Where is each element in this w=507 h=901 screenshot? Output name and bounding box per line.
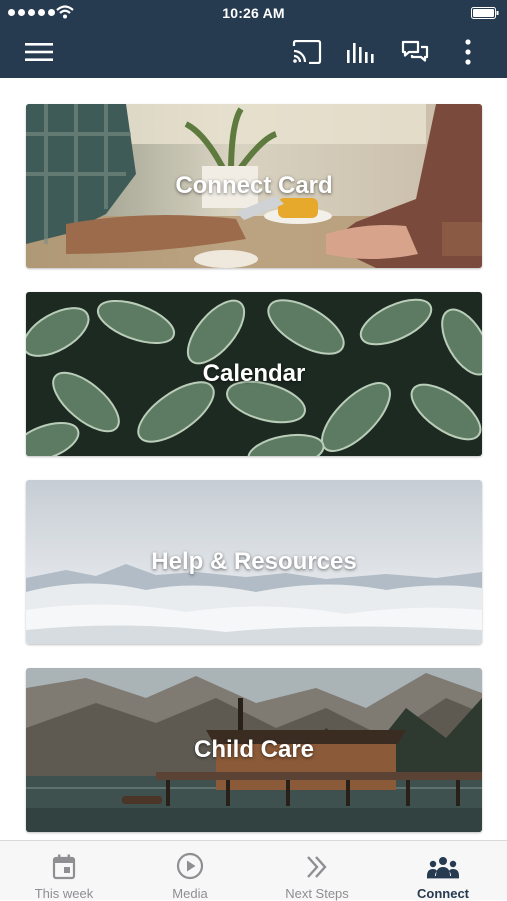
tab-label: Media [172,886,208,901]
double-chevron-icon [305,847,329,880]
bottom-tab-bar: This week Media Next Steps Connect [0,840,507,901]
status-time: 10:26 AM [222,5,285,21]
card-title: Connect Card [175,172,333,199]
help-resources-tile[interactable]: Help & Resources [26,480,482,644]
tab-label: Connect [417,886,469,901]
calendar-icon [52,847,76,880]
cast-icon[interactable] [290,26,324,78]
app-bar [0,26,507,78]
battery-icon [471,7,499,19]
tab-this-week[interactable]: This week [1,841,127,901]
calendar-tile[interactable]: Calendar [26,292,482,456]
tab-next-steps[interactable]: Next Steps [254,841,380,901]
more-vert-icon[interactable] [456,26,480,78]
tab-media[interactable]: Media [127,841,253,901]
card-title: Help & Resources [151,548,357,575]
card-title: Calendar [202,360,306,387]
tab-label: Next Steps [285,886,349,901]
card-title: Child Care [193,736,315,763]
chat-icon[interactable] [398,26,432,78]
tab-label: This week [34,886,94,901]
content-list: Connect Card Calendar Help & Resources C… [0,78,507,840]
play-circle-icon [176,847,204,880]
menu-icon[interactable] [22,26,56,78]
tab-connect[interactable]: Connect [380,841,506,901]
child-care-tile[interactable]: Child Care [26,668,482,832]
status-bar: 10:26 AM [0,0,507,26]
connect-card-tile[interactable]: Connect Card [26,104,482,268]
audio-bars-icon[interactable] [344,26,378,78]
people-icon [426,847,460,880]
